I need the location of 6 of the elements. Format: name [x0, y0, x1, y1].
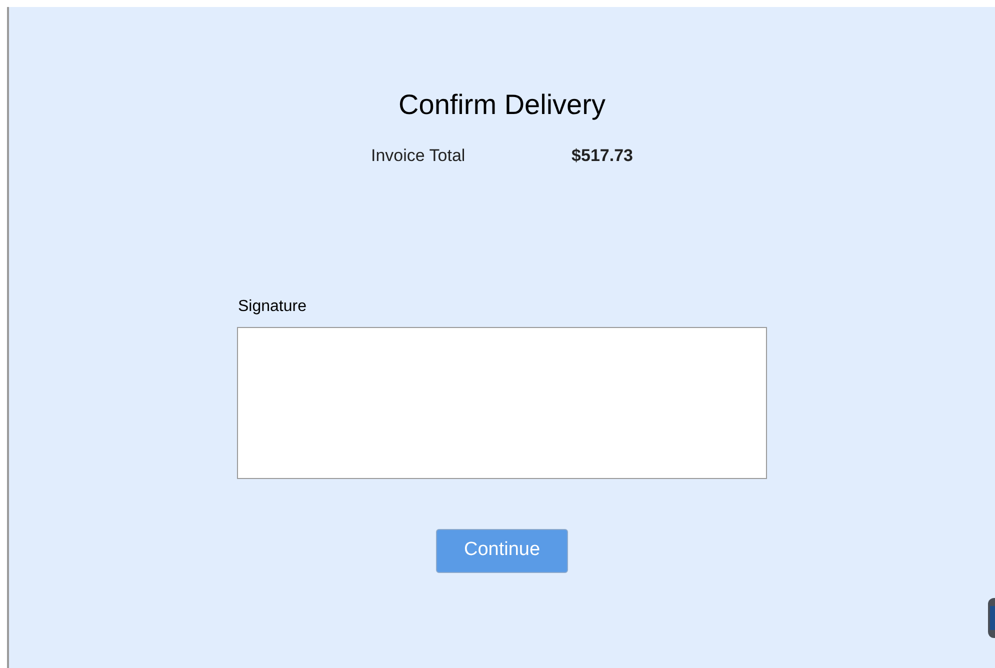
invoice-amount: $517.73 — [572, 145, 633, 167]
page-title: Confirm Delivery — [398, 88, 606, 122]
invoice-label: Invoice Total — [371, 145, 466, 167]
continue-button[interactable]: Continue — [436, 528, 568, 572]
signature-label: Signature — [238, 296, 308, 316]
side-tab-icon[interactable] — [988, 598, 995, 638]
